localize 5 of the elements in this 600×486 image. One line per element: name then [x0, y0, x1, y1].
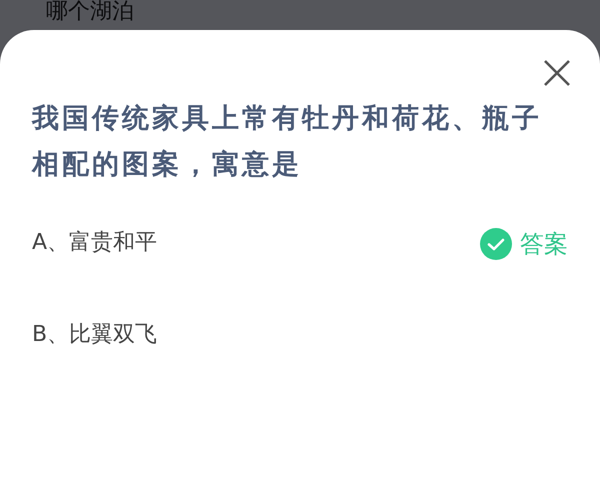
background-text: 哪个湖泊 [46, 0, 134, 24]
question-text: 我国传统家具上常有牡丹和荷花、瓶子相配的图案，寓意是 [32, 102, 543, 182]
option-text[interactable]: B、比翼双飞 [32, 318, 158, 351]
answer-label: 答案 [520, 229, 568, 260]
option-text[interactable]: A、富贵和平 [32, 226, 158, 259]
